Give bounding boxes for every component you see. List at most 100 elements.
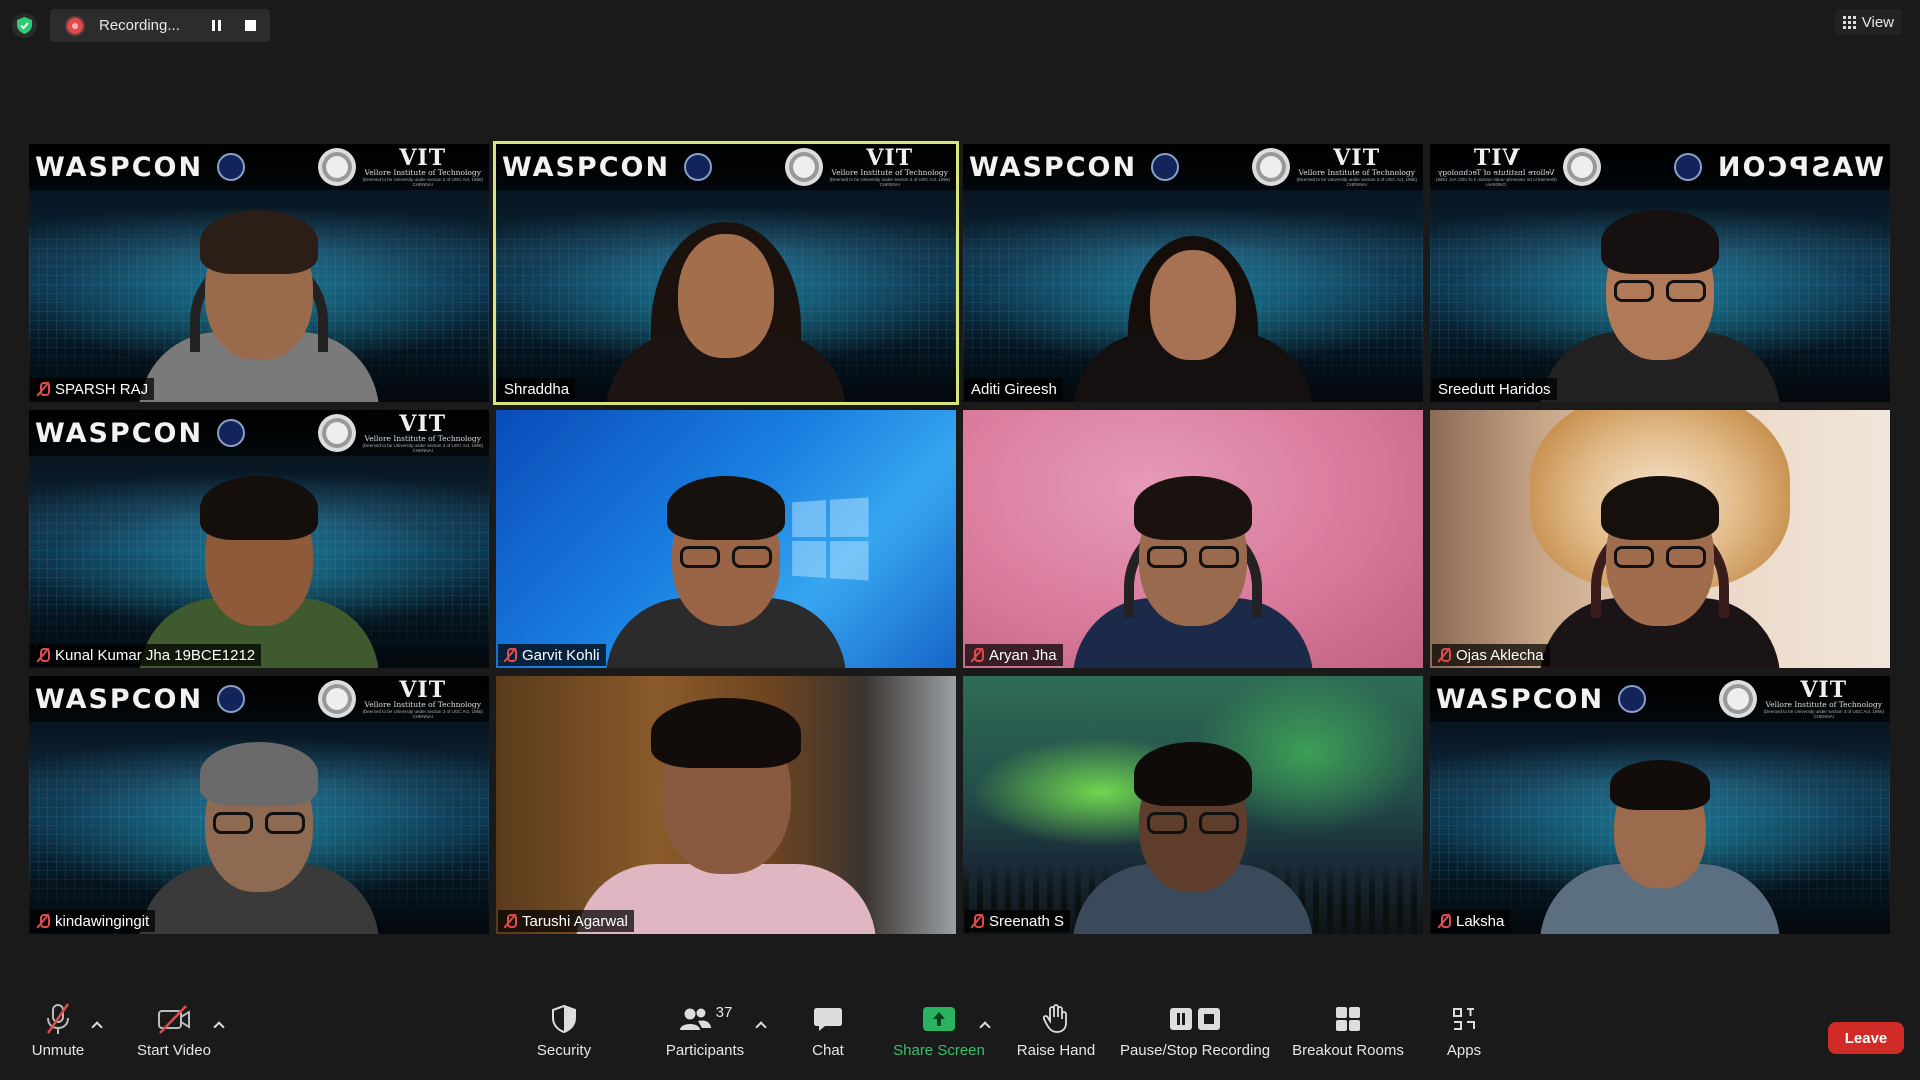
apps-button[interactable]: Apps (1436, 1000, 1492, 1076)
vit-location: CHENNAI (1813, 713, 1834, 719)
participant-name: Shraddha (504, 380, 570, 398)
unmute-button[interactable]: Unmute (22, 1000, 94, 1076)
security-shield-icon[interactable] (12, 13, 37, 38)
video-tile[interactable]: WASPCON VIT Vellore Institute of Technol… (1430, 676, 1890, 934)
vit-title: VIT (399, 144, 447, 171)
participant-name: Ojas Aklecha (1456, 646, 1544, 664)
raise-hand-icon (1043, 1004, 1067, 1033)
mic-muted-icon (971, 647, 984, 663)
video-tile[interactable]: Sreenath S (963, 676, 1423, 934)
start-video-button[interactable]: Start Video (130, 1000, 218, 1076)
zoom-meeting-window: Recording... View WASPCON VIT Vellore In… (0, 0, 1920, 1080)
chat-label: Chat (812, 1042, 844, 1059)
vit-logo: VIT Vellore Institute of Technology (Dee… (318, 144, 483, 187)
vit-subtitle: Vellore Institute of Technology (364, 699, 481, 709)
breakout-rooms-button[interactable]: Breakout Rooms (1288, 1000, 1408, 1076)
stop-recording-icon (1198, 1008, 1220, 1030)
chat-button[interactable]: Chat (800, 1000, 856, 1076)
raise-hand-button[interactable]: Raise Hand (1014, 1000, 1098, 1076)
participant-name-tag: Aryan Jha (965, 644, 1063, 666)
vit-subtitle: Vellore Institute of Technology (1438, 167, 1555, 177)
participant-video (1073, 458, 1313, 668)
waspcon-title: WASPCON (35, 683, 204, 715)
participant-name: Laksha (1456, 912, 1505, 930)
vit-logo: VIT Vellore Institute of Technology (Dee… (1436, 144, 1601, 187)
waspcon-banner: WASPCON VIT Vellore Institute of Technol… (29, 144, 489, 190)
video-tile[interactable]: WASPCON VIT Vellore Institute of Technol… (963, 144, 1423, 402)
participant-name-tag: Kunal Kumar Jha 19BCE1212 (31, 644, 262, 666)
mic-muted-icon (971, 913, 984, 929)
vit-location: CHENNAI (879, 181, 900, 187)
breakout-rooms-icon (1336, 1007, 1360, 1031)
vit-subtitle: Vellore Institute of Technology (831, 167, 948, 177)
video-tile[interactable]: Garvit Kohli (496, 410, 956, 668)
participant-name: Aryan Jha (989, 646, 1057, 664)
video-tile[interactable]: WASPCON VIT Vellore Institute of Technol… (29, 144, 489, 402)
security-shield-toolbar-icon (552, 1004, 576, 1034)
vit-location: CHENNAI (1486, 181, 1507, 187)
vit-seal-icon (318, 680, 357, 718)
video-tile[interactable]: Aryan Jha (963, 410, 1423, 668)
participant-video (139, 458, 379, 668)
microphone-muted-icon (46, 1003, 70, 1034)
conference-emblem-icon (1151, 153, 1180, 181)
waspcon-banner: WASPCON VIT Vellore Institute of Technol… (496, 144, 956, 190)
video-tile[interactable]: WASPCON VIT Vellore Institute of Technol… (1430, 144, 1890, 402)
security-button[interactable]: Security (528, 1000, 600, 1076)
mic-muted-icon (37, 913, 50, 929)
video-tile[interactable]: WASPCON VIT Vellore Institute of Technol… (29, 410, 489, 668)
mic-muted-icon (1438, 647, 1451, 663)
conference-emblem-icon (1673, 153, 1702, 181)
raise-hand-label: Raise Hand (1016, 1042, 1096, 1059)
participant-video (606, 192, 846, 402)
stop-icon (244, 20, 256, 31)
vit-logo: VIT Vellore Institute of Technology (Dee… (318, 679, 483, 719)
share-screen-button[interactable]: Share Screen (888, 1000, 990, 1076)
leave-button[interactable]: Leave (1828, 1022, 1904, 1054)
participant-name: Garvit Kohli (522, 646, 600, 664)
vit-subtitle: Vellore Institute of Technology (1298, 167, 1415, 177)
share-options-chevron-icon[interactable] (978, 1018, 992, 1032)
participant-name-tag: Tarushi Agarwal (498, 910, 634, 932)
recording-label: Recording... (99, 17, 180, 34)
participants-options-chevron-icon[interactable] (754, 1018, 768, 1032)
waspcon-banner: WASPCON VIT Vellore Institute of Technol… (1430, 676, 1890, 722)
conference-emblem-icon (217, 153, 246, 181)
participant-name-tag: Laksha (1432, 910, 1511, 932)
participant-video (1540, 458, 1780, 668)
participant-video (606, 458, 846, 668)
pause-recording-button[interactable] (199, 9, 233, 42)
waspcon-banner-mirrored: WASPCON VIT Vellore Institute of Technol… (1430, 144, 1890, 190)
share-screen-label: Share Screen (893, 1042, 985, 1059)
participant-name: SPARSH RAJ (55, 380, 149, 398)
participant-video (1540, 192, 1780, 402)
video-options-chevron-icon[interactable] (212, 1018, 226, 1032)
participant-name-tag: SPARSH RAJ (31, 378, 155, 400)
vit-logo: VIT Vellore Institute of Technology (Dee… (318, 413, 483, 453)
participant-name: Aditi Gireesh (971, 380, 1057, 398)
pause-recording-icon (1170, 1008, 1192, 1030)
share-screen-arrow-icon (923, 1007, 955, 1031)
participant-name: Sreenath S (989, 912, 1065, 930)
participant-video (576, 694, 876, 934)
vit-title: VIT (1472, 144, 1520, 171)
recording-dot-icon (67, 17, 83, 34)
participant-video (1073, 724, 1313, 934)
video-tile[interactable]: Ojas Aklecha (1430, 410, 1890, 668)
pause-stop-recording-button[interactable]: Pause/Stop Recording (1118, 1000, 1272, 1076)
video-tile[interactable]: WASPCON VIT Vellore Institute of Technol… (29, 676, 489, 934)
video-tile-active-speaker[interactable]: WASPCON VIT Vellore Institute of Technol… (493, 141, 959, 405)
audio-options-chevron-icon[interactable] (90, 1018, 104, 1032)
participants-button[interactable]: 37 Participants (650, 1000, 760, 1076)
participant-name: Sreedutt Haridos (1438, 380, 1551, 398)
mic-muted-icon (37, 381, 50, 397)
video-tile[interactable]: Tarushi Agarwal (496, 676, 956, 934)
breakout-rooms-label: Breakout Rooms (1292, 1042, 1404, 1059)
conference-emblem-icon (1618, 685, 1647, 713)
stop-recording-button[interactable] (233, 9, 267, 42)
view-button[interactable]: View (1834, 9, 1902, 35)
waspcon-banner: WASPCON VIT Vellore Institute of Technol… (29, 676, 489, 722)
vit-subtitle: Vellore Institute of Technology (364, 433, 481, 443)
mic-muted-icon (1438, 913, 1451, 929)
vit-seal-icon (1252, 148, 1291, 186)
